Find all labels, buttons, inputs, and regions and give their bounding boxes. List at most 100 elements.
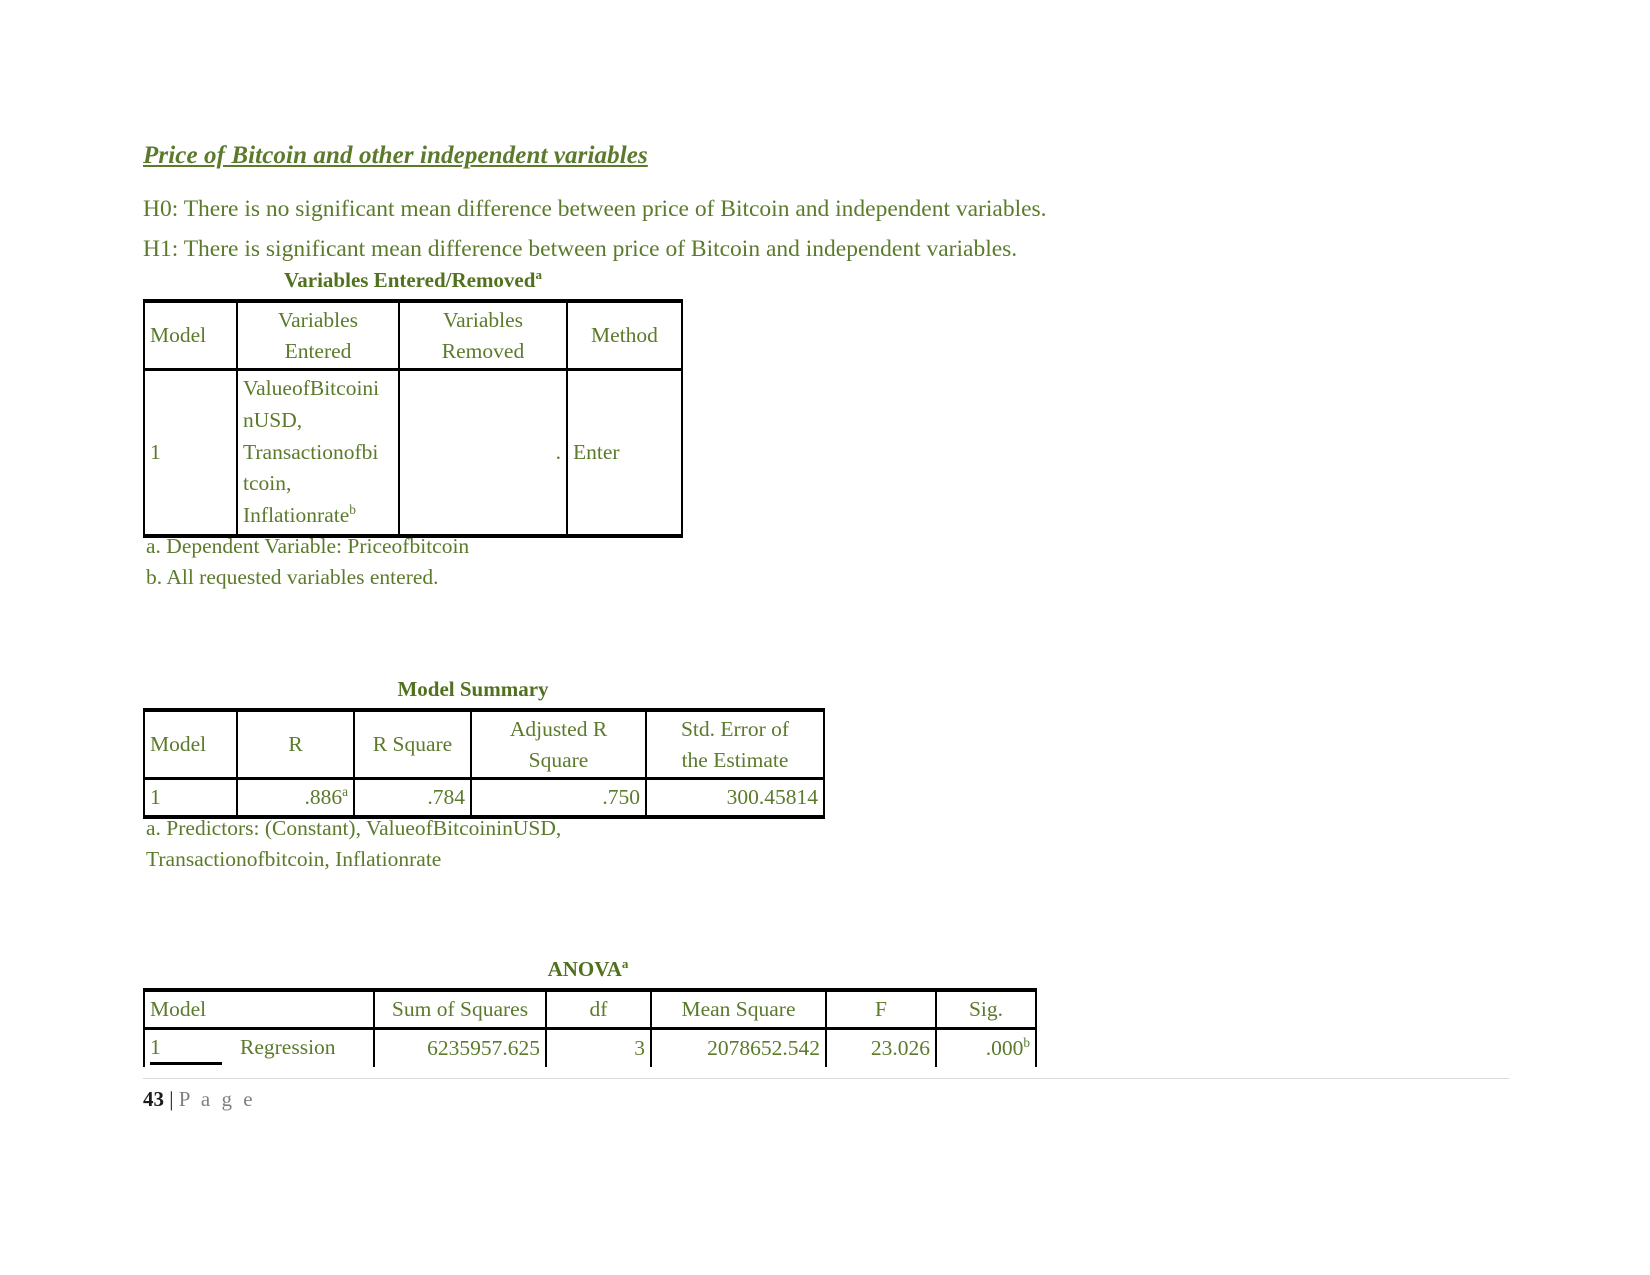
table-note-dependent-variable: a. Dependent Variable: Priceofbitcoin [146,534,470,558]
cell-value: 300.45814 [726,785,818,810]
column-header-sum-of-squares: Sum of Squares [373,987,547,1029]
table-note-requested-variables: b. All requested variables entered. [146,565,439,589]
column-header-r-square: R Square [353,708,472,779]
header-label-line2: Removed [441,338,525,363]
cell-r-square: .784 [353,777,472,819]
table-anova: Model Sum of Squares df Mean Square F Si… [143,987,1037,1068]
table-model-summary: Model R R Square Adjusted R Square Std. … [143,708,825,819]
column-header-model: Model [143,987,375,1029]
header-label: R [288,732,303,757]
caption-text: Variables Entered/Removed [284,268,536,292]
table-caption-anova: ANOVAa [143,957,1033,982]
variables-entered-line: tcoin, [243,471,292,496]
cell-sum-of-squares: 6235957.625 [373,1026,547,1068]
cell-value: 6235957.625 [427,1036,540,1061]
cell-value: 1 [150,440,161,465]
header-label: Sig. [968,997,1004,1021]
header-label: Sum of Squares [391,997,529,1021]
page-footer: 43 | P a g e [143,1087,256,1112]
table-caption-variables-entered-removed: Variables Entered/Removeda [143,268,683,293]
cell-model: 1 [143,777,238,819]
footnote-marker: b [1023,1034,1030,1050]
cell-value: .000 [985,1036,1024,1061]
header-label: Method [591,323,658,348]
column-header-variables-removed: Variables Removed [398,299,568,370]
caption-superscript: a [535,267,542,282]
cell-model: 1 [143,368,238,539]
header-label-line2: Square [528,747,589,772]
cell-model-number: 1 [150,1032,222,1066]
cell-value: 1 [150,785,161,810]
cell-value: .886 [304,785,343,810]
footer-divider [143,1078,1509,1079]
cell-variables-entered: ValueofBitcoini nUSD, Transactionofbi tc… [236,368,400,539]
column-header-adjusted-r-square: Adjusted R Square [470,708,647,779]
cell-adjusted-r-square: .750 [470,777,647,819]
header-label: Model [150,323,207,348]
table-header-row: Model Variables Entered Variables Remove… [143,299,683,370]
table-variables-entered-removed: Model Variables Entered Variables Remove… [143,299,683,539]
caption-superscript: a [621,956,629,971]
footer-page-number: 43 [143,1087,164,1111]
header-label-line1: Variables [278,308,358,332]
table-row: 1 Regression 6235957.625 3 2078652.542 23… [143,1026,1037,1068]
footnote-marker: a [342,783,348,799]
cell-df: 3 [545,1026,652,1068]
column-header-std-error: Std. Error of the Estimate [645,708,825,779]
variables-entered-line: ValueofBitcoini [243,376,380,401]
column-header-method: Method [566,299,683,370]
column-header-df: df [545,987,652,1029]
table-row: 1 .886a .784 .750 300.45814 [143,777,825,819]
variables-entered-line: Transactionofbi [243,439,379,464]
cell-value: Enter [573,440,620,465]
cell-value: 3 [634,1036,645,1061]
header-label-line1: Adjusted R [509,717,608,741]
column-header-sig: Sig. [935,987,1037,1029]
column-header-model: Model [143,299,238,370]
footer-separator: | [169,1087,174,1111]
header-label-line2: Entered [284,338,352,363]
hypothesis-alternative: H1: There is significant mean difference… [143,236,1018,262]
header-label: R Square [372,732,453,757]
column-header-model: Model [143,708,238,779]
cell-r: .886a [236,777,355,819]
table-header-row: Model Sum of Squares df Mean Square F Si… [143,987,1037,1029]
cell-std-error-of-estimate: 300.45814 [645,777,825,819]
table-note-predictors-line2: Transactionofbitcoin, Inflationrate [146,847,442,871]
cell-sig: .000b [935,1026,1037,1068]
hypothesis-null: H0: There is no significant mean differe… [143,196,1047,222]
cell-f: 23.026 [825,1026,937,1068]
cell-mean-square: 2078652.542 [650,1026,827,1068]
header-label: Model [150,732,207,757]
table-header-row: Model R R Square Adjusted R Square Std. … [143,708,825,779]
caption-text: ANOVA [547,957,622,981]
column-header-f: F [825,987,937,1029]
variables-entered-line: nUSD, [243,407,303,432]
column-header-r: R [236,708,355,779]
cell-method: Enter [566,368,683,539]
table-note-predictors-line1: a. Predictors: (Constant), ValueofBitcoi… [146,816,562,840]
column-header-variables-entered: Variables Entered [236,299,400,370]
header-label: F [875,997,887,1021]
column-header-mean-square: Mean Square [650,987,827,1029]
document-page: Price of Bitcoin and other independent v… [0,0,1650,1275]
cell-value: .784 [427,785,465,810]
cell-model-source: 1 Regression [143,1026,375,1068]
page-title: Price of Bitcoin and other independent v… [143,142,648,169]
cell-value: 23.026 [870,1036,930,1061]
table-caption-model-summary: Model Summary [397,677,549,701]
variables-entered-line: Inflationrate [243,503,350,528]
footer-page-label: P a g e [178,1087,256,1111]
cell-source-label: Regression [240,1034,336,1059]
header-label-line1: Std. Error of [680,717,790,741]
table-row: 1 ValueofBitcoini nUSD, Transactionofbi … [143,368,683,539]
header-label: Mean Square [681,997,796,1021]
header-label: Model [150,997,207,1021]
header-label-line1: Variables [443,308,523,332]
header-label-line2: the Estimate [681,747,789,772]
footnote-marker: b [349,502,356,518]
cell-value: 2078652.542 [707,1036,820,1061]
cell-value: . [555,440,561,465]
cell-variables-removed: . [398,368,568,539]
cell-value: .750 [602,785,640,810]
